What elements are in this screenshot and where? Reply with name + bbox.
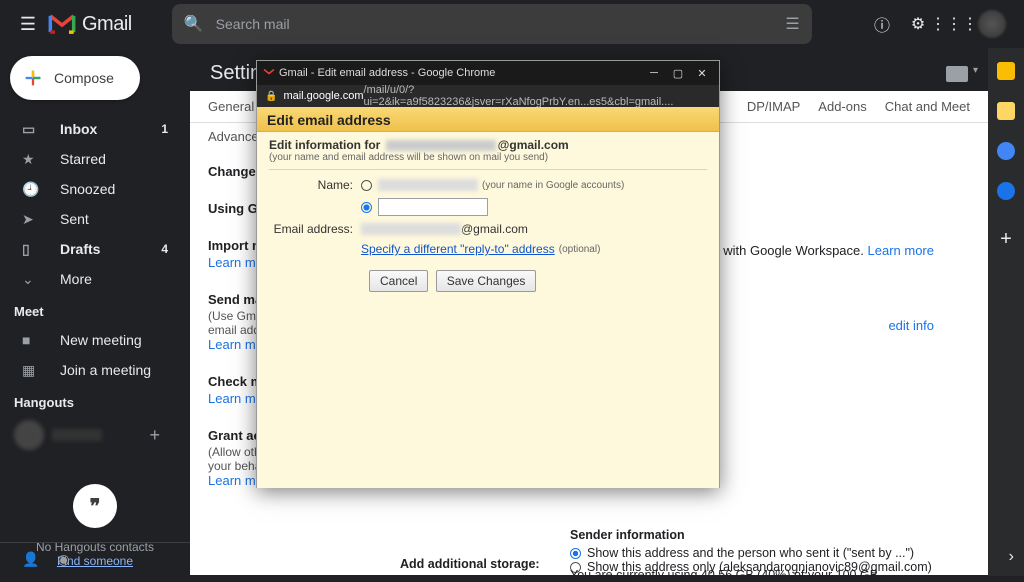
name-hint: (your name in Google accounts) <box>482 180 624 191</box>
rail-collapse-icon[interactable]: › <box>1009 548 1014 566</box>
user-avatar <box>14 420 44 450</box>
search-icon: 🔍 <box>184 14 204 34</box>
name-row-1: Name: (your name in Google accounts) <box>269 178 707 192</box>
edit-info-line: Edit information for @gmail.com <box>269 138 707 152</box>
sidebar: Compose ▭Inbox1 ★Starred 🕘Snoozed ➤Sent … <box>0 48 190 576</box>
plus-icon <box>22 67 44 89</box>
sender-title: Sender information <box>570 528 932 542</box>
gmail-mini-icon <box>263 68 275 78</box>
header-actions: ⓘ ⚙ ⋮⋮⋮ <box>870 10 1016 38</box>
apps-grid-icon[interactable]: ⋮⋮⋮ <box>942 12 966 36</box>
nav-starred[interactable]: ★Starred <box>0 144 190 174</box>
settings-gear-icon[interactable]: ⚙ <box>906 12 930 36</box>
chat-footer-icon[interactable]: ◉ <box>57 551 69 568</box>
tasks-icon[interactable] <box>997 142 1015 160</box>
radio-icon[interactable] <box>361 180 372 191</box>
popup-window-title: Gmail - Edit email address - Google Chro… <box>279 67 495 79</box>
hangouts-user[interactable]: + <box>0 416 190 454</box>
workspace-learn-more[interactable]: Learn more <box>868 243 934 258</box>
cancel-button[interactable]: Cancel <box>369 270 428 292</box>
email-row: Email address: @gmail.com <box>269 222 707 236</box>
edit-email-popup: Gmail - Edit email address - Google Chro… <box>256 60 720 488</box>
nav-drafts[interactable]: ▯Drafts4 <box>0 234 190 264</box>
compose-label: Compose <box>54 70 114 86</box>
person-icon[interactable]: 👤 <box>22 551 39 568</box>
radio-icon[interactable] <box>361 202 372 213</box>
hangouts-section-label: Hangouts <box>0 385 190 416</box>
user-name-redacted <box>52 429 102 441</box>
edit-info-link[interactable]: edit info <box>888 318 934 333</box>
url-domain: mail.google.com <box>283 90 363 102</box>
rail-add-icon[interactable]: + <box>1000 228 1012 251</box>
popup-buttons: Cancel Save Changes <box>369 270 707 292</box>
inbox-icon: ▭ <box>22 121 42 138</box>
save-changes-button[interactable]: Save Changes <box>436 270 537 292</box>
storage-row: Add additional storage: <box>400 557 540 571</box>
storage-value: You are currently using 40.56 GB (40%) o… <box>570 568 882 575</box>
reply-to-link[interactable]: Specify a different "reply-to" address <box>361 242 555 256</box>
storage-label: Add additional storage: <box>400 557 540 571</box>
popup-titlebar: Gmail - Edit email address - Google Chro… <box>257 61 719 85</box>
gmail-logo[interactable]: Gmail <box>48 13 132 36</box>
maximize-icon[interactable]: ▢ <box>673 68 683 78</box>
edit-info-sub: (your name and email address will be sho… <box>269 152 707 163</box>
email-label: Email address: <box>269 222 361 236</box>
tune-icon[interactable]: ☰ <box>785 14 799 34</box>
tab-pop-imap[interactable]: DP/IMAP <box>747 99 800 114</box>
popup-url-bar: 🔒 mail.google.com/mail/u/0/?ui=2&ik=a9f5… <box>257 85 719 107</box>
url-path: /mail/u/0/?ui=2&ik=a9f5823236&jsver=rXaN… <box>364 84 711 108</box>
video-icon: ■ <box>22 332 42 348</box>
name-row-2 <box>269 198 707 216</box>
nav-more[interactable]: ⌄More <box>0 264 190 294</box>
calendar-icon[interactable] <box>997 62 1015 80</box>
meet-new[interactable]: ■New meeting <box>0 325 190 355</box>
meet-join[interactable]: ▦Join a meeting <box>0 355 190 385</box>
meet-section-label: Meet <box>0 294 190 325</box>
star-icon: ★ <box>22 151 42 168</box>
optional-text: (optional) <box>559 244 601 255</box>
close-icon[interactable]: ✕ <box>697 68 707 78</box>
minimize-icon[interactable]: ─ <box>649 68 659 78</box>
search-bar[interactable]: 🔍 Search mail ☰ <box>172 4 812 44</box>
redacted-google-name <box>378 179 478 191</box>
add-contact-icon[interactable]: + <box>149 425 160 446</box>
side-rail: + › <box>988 48 1024 576</box>
redacted-email-prefix <box>361 223 461 235</box>
custom-name-input[interactable] <box>378 198 488 216</box>
radio-icon <box>570 548 581 559</box>
contacts-icon[interactable] <box>997 182 1015 200</box>
draft-icon: ▯ <box>22 241 42 258</box>
popup-body: Edit information for @gmail.com (your na… <box>257 132 719 488</box>
reply-to-row: Specify a different "reply-to" address (… <box>269 242 707 256</box>
hangouts-bubble-icon: ❞ <box>73 484 117 528</box>
input-tools-icon[interactable] <box>946 66 968 82</box>
tab-general[interactable]: General <box>208 99 254 114</box>
redacted-name <box>386 140 496 151</box>
header: ☰ Gmail 🔍 Search mail ☰ ⓘ ⚙ ⋮⋮⋮ <box>0 0 1024 48</box>
help-icon[interactable]: ⓘ <box>870 12 894 36</box>
clock-icon: 🕘 <box>22 181 42 198</box>
email-suffix: @gmail.com <box>461 222 528 236</box>
tab-addons[interactable]: Add-ons <box>818 99 866 114</box>
nav-sent[interactable]: ➤Sent <box>0 204 190 234</box>
chevron-down-icon: ⌄ <box>22 271 42 288</box>
app-name: Gmail <box>82 13 132 36</box>
keep-icon[interactable] <box>997 102 1015 120</box>
compose-button[interactable]: Compose <box>10 56 140 100</box>
account-avatar[interactable] <box>978 10 1006 38</box>
tab-chat[interactable]: Chat and Meet <box>885 99 970 114</box>
search-placeholder: Search mail <box>216 16 786 32</box>
popup-heading: Edit email address <box>257 107 719 132</box>
lock-icon: 🔒 <box>265 91 277 102</box>
name-label: Name: <box>269 178 361 192</box>
keyboard-icon: ▦ <box>22 362 42 379</box>
nav-snoozed[interactable]: 🕘Snoozed <box>0 174 190 204</box>
sidebar-footer: 👤 ◉ <box>0 542 190 576</box>
send-icon: ➤ <box>22 211 42 228</box>
hamburger-icon[interactable]: ☰ <box>8 4 48 44</box>
sender-opt1[interactable]: Show this address and the person who sen… <box>570 546 932 560</box>
nav-inbox[interactable]: ▭Inbox1 <box>0 114 190 144</box>
